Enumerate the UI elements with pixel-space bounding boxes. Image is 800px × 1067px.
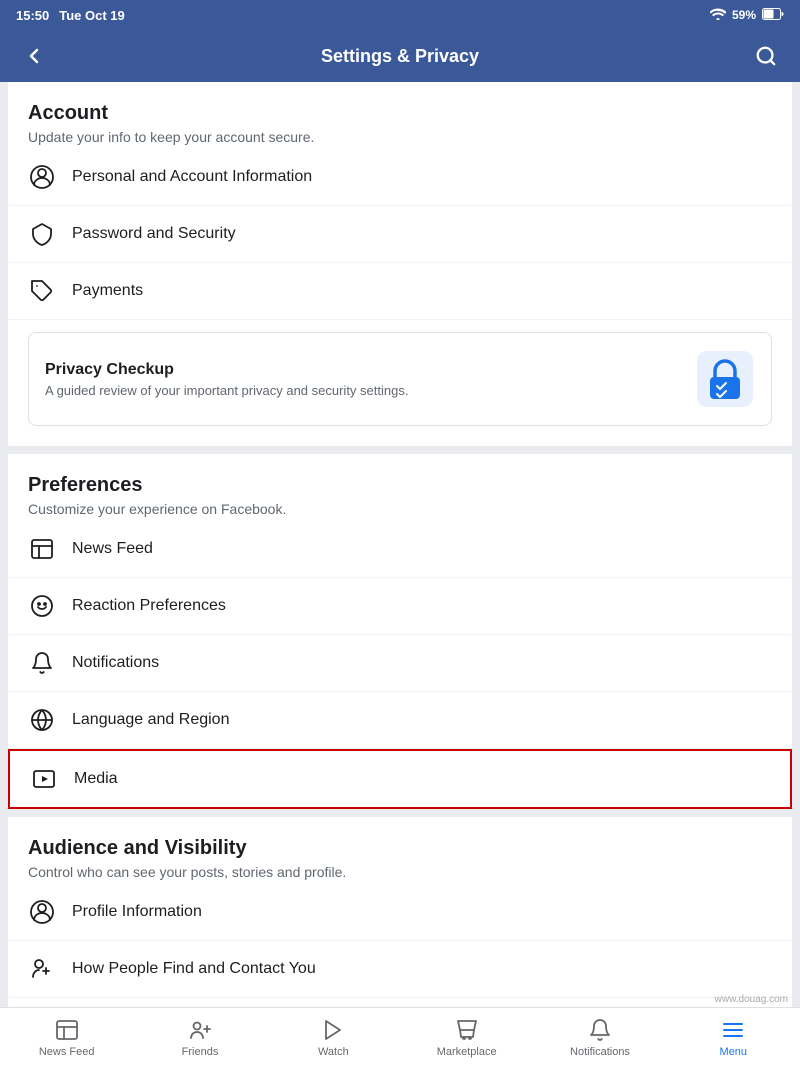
- nav-menu[interactable]: Menu: [667, 1013, 800, 1062]
- reaction-preferences-item[interactable]: Reaction Preferences: [8, 578, 792, 635]
- posts-item[interactable]: Posts: [8, 998, 792, 1007]
- notifications-label: Notifications: [72, 654, 159, 672]
- battery-text: 59%: [732, 8, 756, 22]
- nav-marketplace[interactable]: Marketplace: [400, 1013, 533, 1062]
- bell-icon: [28, 649, 56, 677]
- nav-notifications-icon: [587, 1017, 613, 1043]
- password-security-item[interactable]: Password and Security: [8, 206, 792, 263]
- people-find-item[interactable]: How People Find and Contact You: [8, 941, 792, 998]
- nav-watch[interactable]: Watch: [267, 1013, 400, 1062]
- nav-menu-icon: [720, 1017, 746, 1043]
- battery-icon: [762, 8, 784, 23]
- globe-icon: [28, 706, 56, 734]
- privacy-card-text: Privacy Checkup A guided review of your …: [45, 361, 408, 398]
- account-title: Account: [28, 102, 772, 125]
- time: 15:50: [16, 8, 49, 23]
- nav-watch-label: Watch: [318, 1046, 349, 1058]
- nav-news-feed-icon: [54, 1017, 80, 1043]
- nav-friends[interactable]: Friends: [133, 1013, 266, 1062]
- news-feed-label: News Feed: [72, 540, 153, 558]
- shield-icon: [28, 220, 56, 248]
- bottom-nav: News Feed Friends Watch: [0, 1007, 800, 1067]
- watermark: www.douag.com: [715, 994, 788, 1005]
- person-circle-icon: [28, 163, 56, 191]
- date: Tue Oct 19: [59, 8, 125, 23]
- account-section: Account Update your info to keep your ac…: [8, 82, 792, 426]
- person-add-icon: [28, 955, 56, 983]
- personal-account-info-label: Personal and Account Information: [72, 168, 312, 186]
- audience-section: Audience and Visibility Control who can …: [8, 817, 792, 1007]
- reaction-preferences-label: Reaction Preferences: [72, 597, 226, 615]
- audience-title: Audience and Visibility: [28, 837, 772, 860]
- preferences-subtitle: Customize your experience on Facebook.: [28, 501, 772, 517]
- people-find-label: How People Find and Contact You: [72, 960, 316, 978]
- profile-info-item[interactable]: Profile Information: [8, 884, 792, 941]
- nav-notifications-label: Notifications: [570, 1046, 630, 1058]
- news-feed-icon: [28, 535, 56, 563]
- status-bar: 15:50 Tue Oct 19 59%: [0, 0, 800, 30]
- personal-account-info-item[interactable]: Personal and Account Information: [8, 149, 792, 206]
- main-content: Account Update your info to keep your ac…: [0, 82, 800, 1007]
- payments-item[interactable]: Payments: [8, 263, 792, 320]
- nav-news-feed[interactable]: News Feed: [0, 1013, 133, 1062]
- nav-marketplace-icon: [454, 1017, 480, 1043]
- nav-menu-label: Menu: [720, 1046, 748, 1058]
- password-security-label: Password and Security: [72, 225, 236, 243]
- nav-friends-label: Friends: [182, 1046, 219, 1058]
- divider-2: [8, 809, 792, 817]
- notifications-item[interactable]: Notifications: [8, 635, 792, 692]
- search-button[interactable]: [748, 38, 784, 74]
- account-section-header: Account Update your info to keep your ac…: [8, 82, 792, 149]
- tag-icon: [28, 277, 56, 305]
- header: Settings & Privacy: [0, 30, 800, 82]
- nav-news-feed-label: News Feed: [39, 1046, 95, 1058]
- back-button[interactable]: [16, 38, 52, 74]
- privacy-lock-icon: [695, 349, 755, 409]
- preferences-section-header: Preferences Customize your experience on…: [8, 454, 792, 521]
- divider-1: [8, 446, 792, 454]
- media-item[interactable]: Media: [8, 749, 792, 809]
- audience-section-header: Audience and Visibility Control who can …: [8, 817, 792, 884]
- media-icon: [30, 765, 58, 793]
- privacy-checkup-card[interactable]: Privacy Checkup A guided review of your …: [28, 332, 772, 426]
- preferences-title: Preferences: [28, 474, 772, 497]
- nav-marketplace-label: Marketplace: [437, 1046, 497, 1058]
- account-subtitle: Update your info to keep your account se…: [28, 129, 772, 145]
- nav-notifications[interactable]: Notifications: [533, 1013, 666, 1062]
- profile-info-label: Profile Information: [72, 903, 202, 921]
- language-region-item[interactable]: Language and Region: [8, 692, 792, 749]
- language-region-label: Language and Region: [72, 711, 229, 729]
- news-feed-item[interactable]: News Feed: [8, 521, 792, 578]
- profile-circle-icon: [28, 898, 56, 926]
- nav-friends-icon: [187, 1017, 213, 1043]
- page-title: Settings & Privacy: [321, 46, 479, 67]
- nav-watch-icon: [320, 1017, 346, 1043]
- audience-subtitle: Control who can see your posts, stories …: [28, 864, 772, 880]
- preferences-section: Preferences Customize your experience on…: [8, 454, 792, 809]
- wifi-icon: [710, 8, 726, 23]
- privacy-card-title: Privacy Checkup: [45, 361, 408, 379]
- payments-label: Payments: [72, 282, 143, 300]
- reaction-icon: [28, 592, 56, 620]
- media-label: Media: [74, 770, 118, 788]
- privacy-card-subtitle: A guided review of your important privac…: [45, 383, 408, 398]
